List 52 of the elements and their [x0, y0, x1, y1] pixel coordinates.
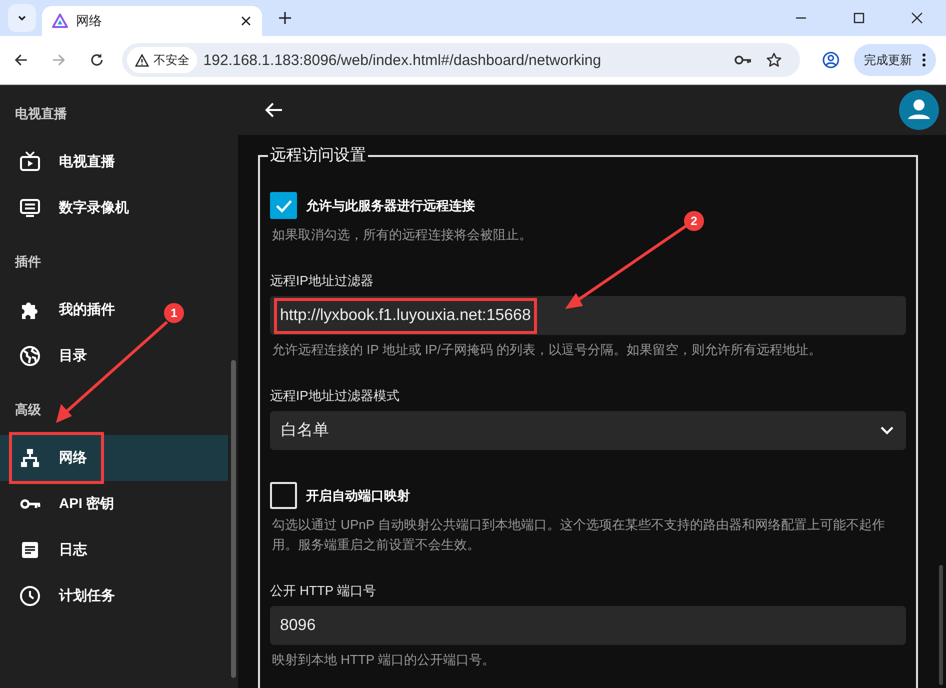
group-title: 远程访问设置 [269, 146, 367, 166]
input-field[interactable]: 8096 [270, 606, 906, 645]
kebab-menu-icon [922, 53, 926, 67]
section-heading: 电视直播 [14, 105, 68, 123]
help-text: 如果取消勾选，所有的远程连接将会被阻止。 [271, 226, 533, 244]
chevron-down-icon [880, 426, 894, 435]
profile-icon[interactable] [822, 51, 840, 69]
triangle-logo-icon [52, 13, 68, 29]
key-icon[interactable] [734, 54, 752, 66]
maximize-icon[interactable] [853, 12, 865, 24]
globe-icon [19, 345, 41, 367]
field-label: 公开 HTTP 端口号 [270, 582, 377, 600]
help-text: 映射到本地 HTTP 端口的公开端口号。 [271, 651, 496, 669]
sidebar-item[interactable]: 目录 [0, 333, 104, 379]
sidebar-item[interactable]: 网络 [0, 435, 228, 481]
sidebar-item[interactable]: 电视直播 [0, 139, 132, 185]
section-heading: 插件 [14, 253, 42, 271]
help-text: 允许远程连接的 IP 地址或 IP/子网掩码 的列表，以逗号分隔。如果留空，则允许所有远程地址。 [271, 341, 822, 359]
section-heading: 高级 [14, 401, 42, 419]
network-icon [19, 447, 41, 469]
checkbox-label: 开启自动端口映射 [306, 486, 410, 504]
security-chip[interactable]: 不安全 [127, 47, 198, 73]
star-icon[interactable] [766, 52, 782, 68]
back-arrow-icon[interactable] [265, 102, 283, 118]
sidebar-item[interactable]: 我的插件 [0, 287, 132, 333]
checkbox[interactable] [270, 192, 297, 219]
sidebar-item[interactable]: 计划任务 [0, 573, 132, 619]
checkmark-icon [274, 198, 292, 212]
browser-tab[interactable]: 网络 [42, 6, 262, 36]
monitor-list-icon [19, 197, 41, 219]
field-label: 远程IP地址过滤器模式 [270, 387, 400, 405]
field-label: 远程IP地址过滤器 [270, 272, 374, 290]
new-tab-icon[interactable] [278, 11, 292, 25]
input-field[interactable]: http://lyxbook.f1.luyouxia.net:15668 [270, 296, 906, 335]
user-avatar-icon[interactable] [899, 90, 939, 130]
sidebar-item[interactable]: 数字录像机 [0, 185, 146, 231]
help-text: 勾选以通过 UPnP 自动映射公共端口到本地端口。这个选项在某些不支持的路由器和网络配置上可能不起作用。服务端重启之前设置不会生效。 [271, 516, 886, 554]
close-icon[interactable] [911, 12, 923, 24]
sidebar-item[interactable]: API 密钥 [0, 481, 132, 527]
clock-icon [19, 585, 41, 607]
close-icon[interactable] [240, 15, 252, 27]
update-button[interactable]: 完成更新 [854, 44, 936, 76]
sidebar-item[interactable]: 日志 [0, 527, 104, 573]
checkbox-label: 允许与此服务器进行远程连接 [306, 196, 475, 214]
dropdown[interactable]: 白名单 [270, 411, 906, 450]
reload-icon[interactable] [88, 52, 104, 68]
warning-icon [135, 54, 150, 66]
address-bar[interactable]: 不安全 192.168.1.183:8096/web/index.html#/dashboard/networking [122, 43, 800, 77]
tv-icon [19, 151, 41, 173]
document-icon [19, 539, 41, 561]
back-icon[interactable] [13, 52, 29, 68]
url-text: 192.168.1.183:8096/web/index.html#/dashboard/networking [203, 52, 602, 68]
